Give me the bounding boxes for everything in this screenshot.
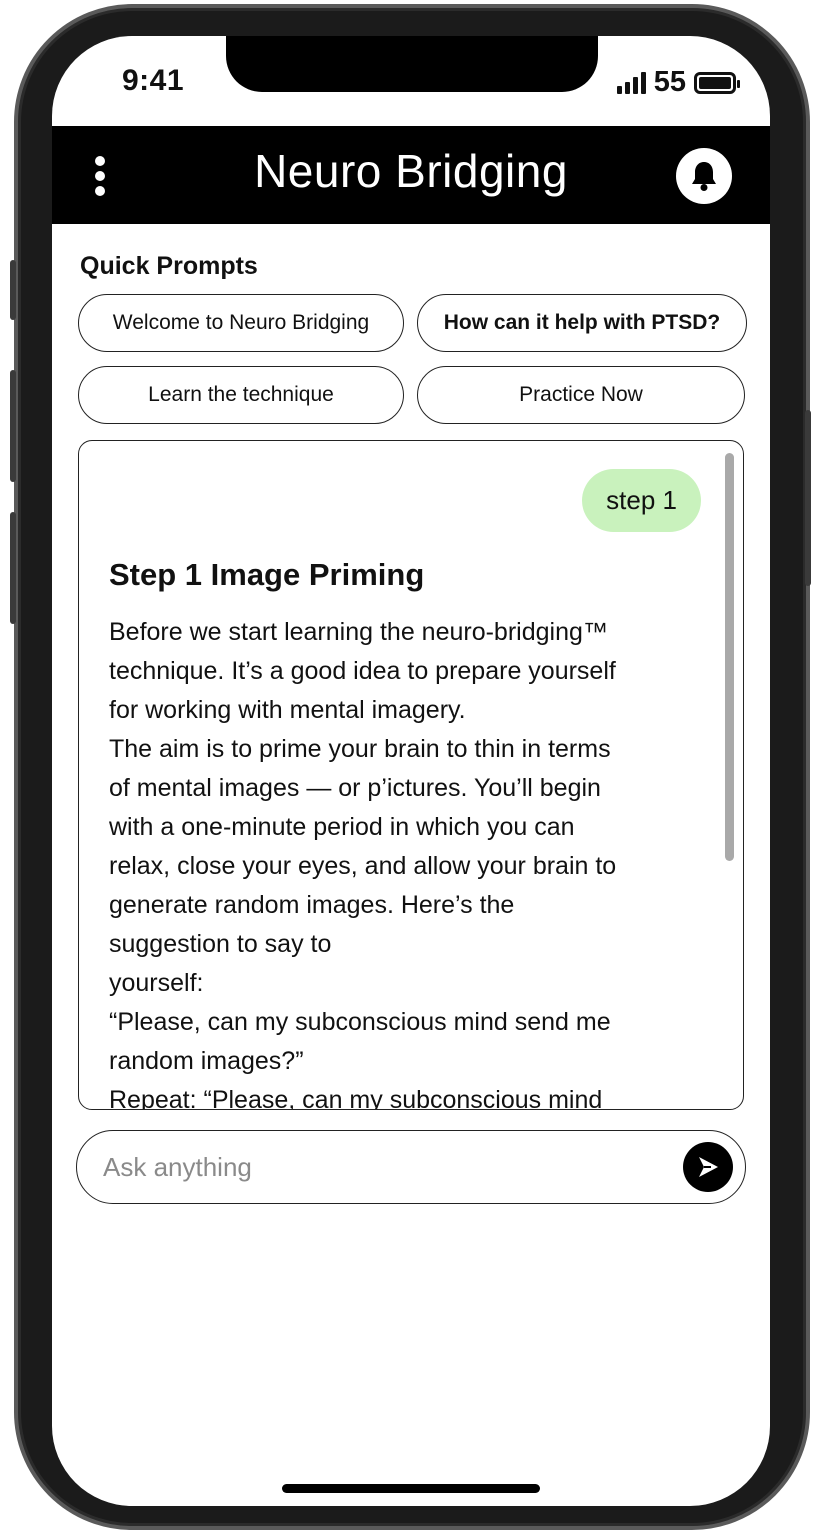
volume-up-button xyxy=(10,370,16,482)
prompt-chip-ptsd[interactable]: How can it help with PTSD? xyxy=(417,294,747,352)
battery-icon xyxy=(694,71,740,94)
send-icon xyxy=(699,1157,718,1177)
response-line: relax, close your eyes, and allow your b… xyxy=(109,852,617,880)
screen: 9:41 55 Neuro Bridging Quick Prompts Wel… xyxy=(52,36,770,1506)
signal-icon xyxy=(616,71,646,94)
notch xyxy=(226,36,598,92)
app-title: Neuro Bridging xyxy=(254,145,568,197)
mute-switch xyxy=(10,260,16,320)
response-line: suggestion to say to xyxy=(109,930,332,958)
battery-percentage: 55 xyxy=(653,66,686,98)
response-line: The aim is to prime your brain to thin i… xyxy=(109,735,611,763)
prompt-chip-learn[interactable]: Learn the technique xyxy=(78,366,404,424)
chat-panel[interactable]: step 1 Step 1 Image Priming Before we st… xyxy=(78,440,744,1110)
bell-icon xyxy=(692,162,716,191)
response-line: with a one-minute period in which you ca… xyxy=(109,813,575,841)
prompt-chip-welcome[interactable]: Welcome to Neuro Bridging xyxy=(78,294,404,352)
volume-down-button xyxy=(10,512,16,624)
quick-prompts-heading: Quick Prompts xyxy=(80,252,258,280)
status-indicators: 55 xyxy=(616,66,740,99)
chat-scrollbar[interactable] xyxy=(725,453,734,861)
user-message-bubble: step 1 xyxy=(582,469,701,532)
prompt-chip-practice[interactable]: Practice Now xyxy=(417,366,745,424)
response-line: random images?” xyxy=(109,1047,304,1075)
home-indicator xyxy=(282,1484,540,1493)
response-line: Before we start learning the neuro-bridg… xyxy=(109,618,608,646)
response-body: Before we start learning the neuro-bridg… xyxy=(109,613,699,1110)
response-line: of mental images — or p’ictures. You’ll … xyxy=(109,774,601,802)
send-button[interactable] xyxy=(683,1142,733,1192)
response-line: Repeat: “Please, can my subconscious min… xyxy=(109,1086,603,1110)
ask-box xyxy=(76,1130,746,1204)
response-line: for working with mental imagery. xyxy=(109,696,466,724)
app-header: Neuro Bridging xyxy=(52,126,770,224)
response-title: Step 1 Image Priming xyxy=(109,557,425,592)
power-button xyxy=(805,410,811,586)
response-line: “Please, can my subconscious mind send m… xyxy=(109,1008,611,1036)
status-time: 9:41 xyxy=(122,64,185,97)
response-line: generate random images. Here’s the xyxy=(109,891,515,919)
notifications-button[interactable] xyxy=(676,148,732,204)
response-line: technique. It’s a good idea to prepare y… xyxy=(109,657,616,685)
response-line: yourself: xyxy=(109,969,204,997)
ask-input[interactable] xyxy=(101,1145,661,1189)
